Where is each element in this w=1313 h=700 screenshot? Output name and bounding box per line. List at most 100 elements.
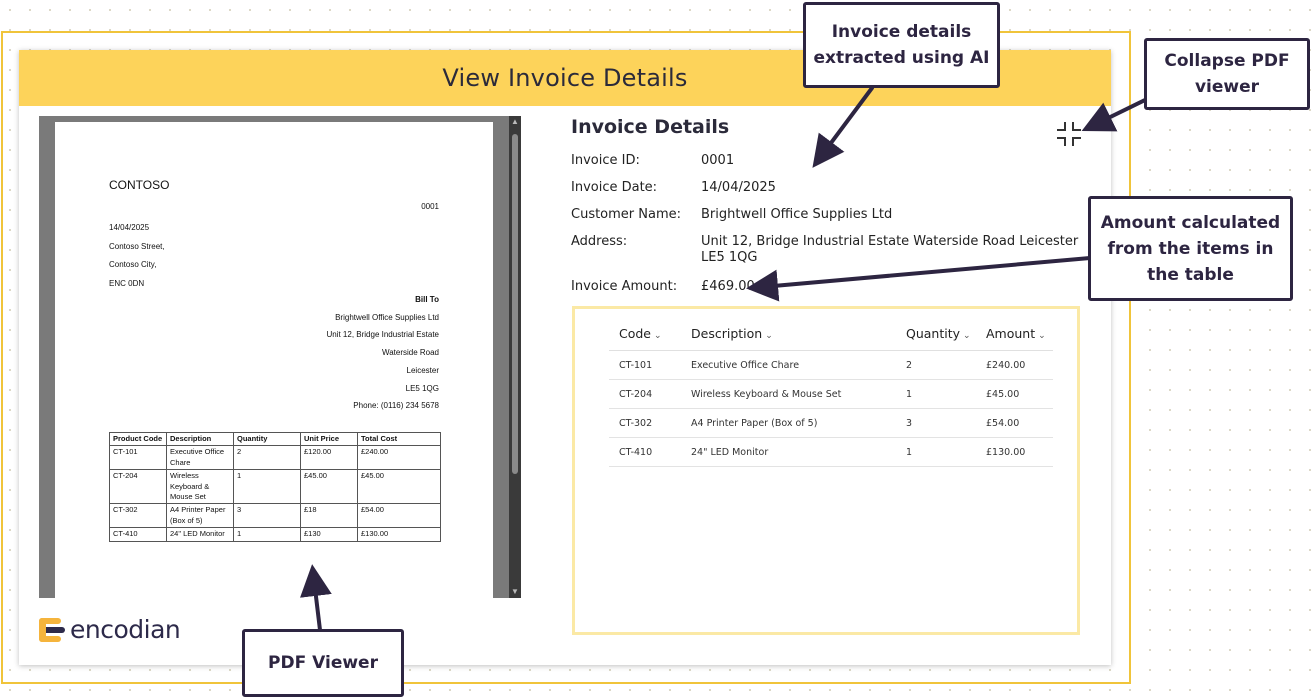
page-title: View Invoice Details	[442, 64, 688, 92]
column-header-description[interactable]: Description ⌄	[681, 317, 896, 351]
collapse-icon[interactable]	[1056, 121, 1082, 147]
pdf-page: CONTOSO 0001 14/04/2025 Contoso Street, …	[55, 122, 493, 598]
table-row[interactable]: CT-204 Wireless Keyboard & Mouse Set 1 £…	[609, 379, 1053, 409]
pdf-table-row: CT-302 A4 Printer Paper (Box of 5) 3 £18…	[109, 503, 441, 529]
cell-code: CT-101	[609, 350, 681, 380]
pdf-cell: CT-410	[109, 527, 167, 542]
pdf-cell: £45.00	[357, 469, 441, 505]
cell-quantity: 1	[896, 437, 976, 467]
cell-code: CT-204	[609, 379, 681, 409]
cell-description: Executive Office Chare	[681, 350, 896, 380]
pdf-scroll-thumb[interactable]	[512, 134, 518, 474]
column-header-label: Amount	[986, 326, 1036, 341]
pdf-sender-address: 14/04/2025 Contoso Street, Contoso City,…	[109, 219, 165, 293]
detail-label: Invoice ID:	[571, 153, 640, 168]
callout-amount-calculated: Amount calculated from the items in the …	[1088, 196, 1293, 301]
invoice-details-title: Invoice Details	[571, 116, 730, 138]
column-header-quantity[interactable]: Quantity ⌄	[896, 317, 976, 351]
column-header-label: Code	[619, 326, 652, 341]
pdf-bill-to-line: Phone: (0116) 234 5678	[353, 401, 439, 411]
cell-quantity: 2	[896, 350, 976, 380]
pdf-col-header: Unit Price	[300, 431, 358, 447]
column-header-label: Quantity	[906, 326, 961, 341]
pdf-bill-to: Bill To Brightwell Office Supplies Ltd U…	[326, 291, 439, 415]
scroll-up-icon[interactable]: ▲	[509, 116, 521, 128]
pdf-scrollbar[interactable]: ▲ ▼	[509, 116, 521, 598]
items-table: Code ⌄ Description ⌄ Quantity ⌄ Amount ⌄ CT-…	[609, 317, 1053, 467]
detail-value: £469.00	[701, 279, 755, 294]
pdf-sender-line: Contoso Street,	[109, 241, 165, 251]
pdf-invoice-number: 0001	[421, 202, 439, 211]
detail-label: Invoice Date:	[571, 180, 658, 195]
cell-description: 24" LED Monitor	[681, 437, 896, 467]
detail-label: Address:	[571, 234, 628, 249]
pdf-bill-to-heading: Bill To	[415, 295, 439, 304]
pdf-cell: £240.00	[357, 445, 441, 471]
pdf-table-row: CT-101 Executive Office Chare 2 £120.00 …	[109, 445, 441, 471]
detail-label: Invoice Amount:	[571, 279, 678, 294]
items-table-container: Code ⌄ Description ⌄ Quantity ⌄ Amount ⌄ CT-…	[572, 306, 1080, 635]
detail-value: 14/04/2025	[701, 180, 776, 195]
pdf-company-name: CONTOSO	[109, 178, 170, 192]
pdf-cell: £130.00	[357, 527, 441, 542]
items-header-row: Code ⌄ Description ⌄ Quantity ⌄ Amount ⌄	[609, 317, 1053, 351]
pdf-cell: 3	[233, 503, 301, 529]
chevron-down-icon[interactable]: ⌄	[654, 331, 662, 341]
callout-pdf-viewer: PDF Viewer	[242, 629, 404, 697]
column-header-label: Description	[691, 326, 763, 341]
pdf-bill-to-line: Brightwell Office Supplies Ltd	[335, 312, 439, 322]
pdf-cell: £54.00	[357, 503, 441, 529]
pdf-col-header: Total Cost	[357, 431, 441, 447]
column-header-code[interactable]: Code ⌄	[609, 317, 681, 351]
pdf-cell: 1	[233, 527, 301, 542]
detail-label: Customer Name:	[571, 207, 682, 222]
pdf-table-header-row: Product Code Description Quantity Unit P…	[109, 431, 441, 447]
pdf-bill-to-line: Unit 12, Bridge Industrial Estate	[326, 330, 439, 340]
callout-collapse-viewer: Collapse PDF viewer	[1144, 38, 1310, 110]
pdf-bill-to-line: LE5 1QG	[405, 383, 439, 393]
pdf-sender-line: 14/04/2025	[109, 223, 150, 232]
pdf-col-header: Quantity	[233, 431, 301, 447]
callout-ai-extraction: Invoice details extracted using AI	[803, 2, 1000, 88]
scroll-down-icon[interactable]: ▼	[509, 586, 521, 598]
pdf-viewer[interactable]: CONTOSO 0001 14/04/2025 Contoso Street, …	[39, 116, 521, 598]
cell-amount: £130.00	[976, 437, 1053, 467]
encodian-logo-icon	[39, 617, 65, 643]
pdf-bill-to-line: Leicester	[406, 365, 439, 375]
cell-description: Wireless Keyboard & Mouse Set	[681, 379, 896, 409]
chevron-down-icon[interactable]: ⌄	[765, 331, 773, 341]
cell-description: A4 Printer Paper (Box of 5)	[681, 408, 896, 438]
pdf-cell: A4 Printer Paper (Box of 5)	[166, 503, 234, 529]
collapse-pdf-button[interactable]	[1056, 121, 1082, 147]
table-row[interactable]: CT-410 24" LED Monitor 1 £130.00	[609, 437, 1053, 467]
detail-value: 0001	[701, 153, 735, 168]
invoice-details-panel: Invoice Details Invoice ID: 0001 Invoice…	[571, 116, 1091, 294]
cell-amount: £240.00	[976, 350, 1053, 380]
logo-text: encodian	[70, 615, 181, 644]
pdf-items-table: Product Code Description Quantity Unit P…	[109, 431, 441, 542]
pdf-col-header: Description	[166, 431, 234, 447]
chevron-down-icon[interactable]: ⌄	[1038, 331, 1046, 341]
pdf-cell: Executive Office Chare	[166, 445, 234, 471]
app-card: View Invoice Details CONTOSO 0001 14/04/…	[19, 50, 1111, 665]
pdf-table-row: CT-410 24" LED Monitor 1 £130 £130.00	[109, 527, 441, 542]
column-header-amount[interactable]: Amount ⌄	[976, 317, 1053, 351]
chevron-down-icon[interactable]: ⌄	[963, 331, 971, 341]
cell-amount: £45.00	[976, 379, 1053, 409]
pdf-cell: CT-101	[109, 445, 167, 471]
pdf-cell: £18	[300, 503, 358, 529]
pdf-cell: £120.00	[300, 445, 358, 471]
table-row[interactable]: CT-101 Executive Office Chare 2 £240.00	[609, 350, 1053, 380]
cell-amount: £54.00	[976, 408, 1053, 438]
cell-quantity: 3	[896, 408, 976, 438]
pdf-bill-to-line: Waterside Road	[381, 348, 439, 358]
pdf-cell: £130	[300, 527, 358, 542]
pdf-cell: Wireless Keyboard & Mouse Set	[166, 469, 234, 505]
cell-quantity: 1	[896, 379, 976, 409]
pdf-cell: CT-302	[109, 503, 167, 529]
table-row[interactable]: CT-302 A4 Printer Paper (Box of 5) 3 £54…	[609, 408, 1053, 438]
cell-code: CT-410	[609, 437, 681, 467]
pdf-table-row: CT-204 Wireless Keyboard & Mouse Set 1 £…	[109, 469, 441, 505]
pdf-cell: £45.00	[300, 469, 358, 505]
detail-value: Unit 12, Bridge Industrial Estate Waters…	[701, 234, 1079, 265]
